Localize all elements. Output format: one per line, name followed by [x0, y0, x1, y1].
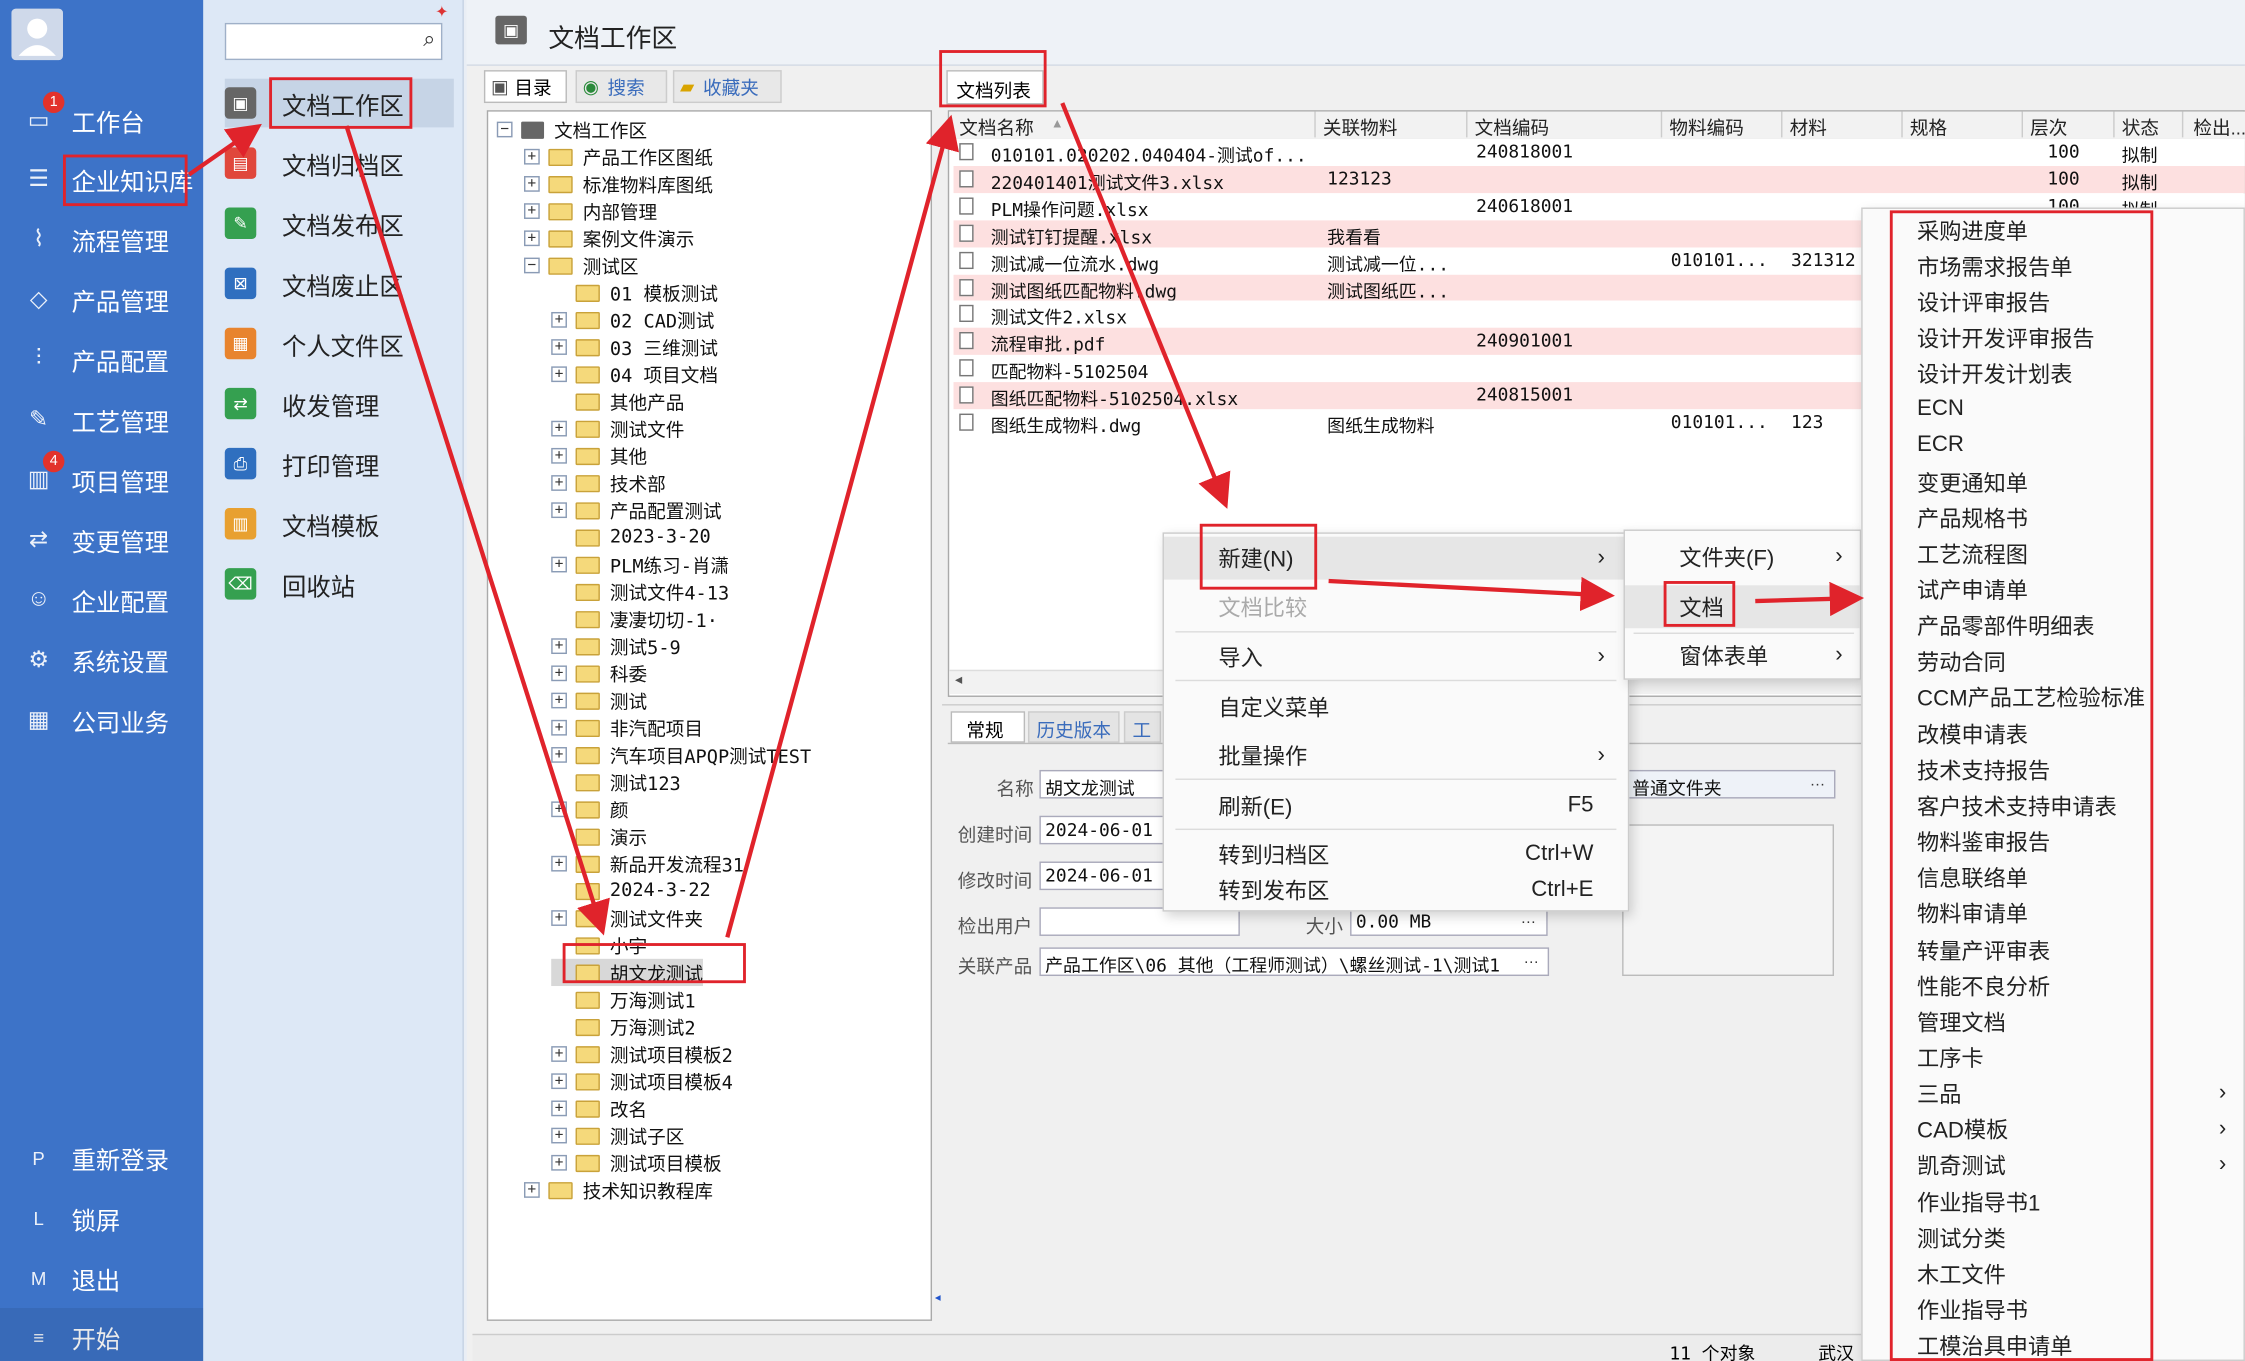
annotation-arrows — [187, 102, 1865, 938]
